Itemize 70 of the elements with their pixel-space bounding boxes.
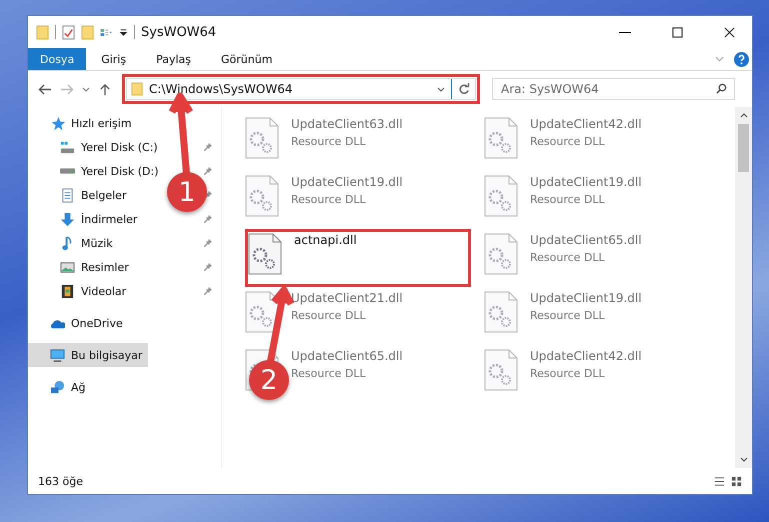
file-label[interactable]: UpdateClient19.dll Resource DLL xyxy=(530,289,642,322)
file-label[interactable]: actnapi.dll xyxy=(294,231,357,247)
network-icon xyxy=(50,380,65,394)
pin-icon[interactable] xyxy=(203,238,213,248)
expand-ribbon-icon[interactable] xyxy=(715,56,724,62)
sidebar-item[interactable]: Resimler xyxy=(28,255,135,279)
picture-icon xyxy=(60,260,75,274)
sidebar-item[interactable]: OneDrive xyxy=(28,311,129,335)
pin-icon[interactable] xyxy=(203,262,213,272)
scroll-thumb[interactable] xyxy=(738,124,749,172)
sidebar-item[interactable]: Yerel Disk (C:) xyxy=(28,135,164,159)
pin-icon[interactable] xyxy=(203,286,213,296)
drive-icon xyxy=(60,140,75,154)
close-icon xyxy=(724,26,734,38)
dll-file-icon xyxy=(245,175,279,217)
dll-file-icon xyxy=(484,175,518,217)
search-icon[interactable] xyxy=(716,83,727,94)
maximize-icon xyxy=(672,26,682,38)
file-label[interactable]: UpdateClient63.dll Resource DLL xyxy=(291,115,403,148)
folder-icon xyxy=(131,82,143,96)
file-label[interactable]: UpdateClient65.dll Resource DLL xyxy=(530,231,642,264)
file-label[interactable]: UpdateClient19.dll Resource DLL xyxy=(530,173,642,206)
back-arrow-icon[interactable] xyxy=(38,82,52,96)
file-label[interactable]: UpdateClient19.dll Resource DLL xyxy=(291,173,403,206)
file-label[interactable]: UpdateClient21.dll Resource DLL xyxy=(291,289,403,322)
search-field[interactable]: Ara: SysWOW64 xyxy=(492,78,735,100)
address-dropdown-icon[interactable] xyxy=(437,86,445,92)
star-icon xyxy=(50,116,65,130)
dll-file-icon xyxy=(484,117,518,159)
ribbon-tab[interactable]: Giriş xyxy=(86,48,142,70)
sidebar-item[interactable]: İndirmeler xyxy=(28,207,144,231)
scroll-up-icon[interactable] xyxy=(740,113,748,118)
ribbon-tab[interactable]: Paylaş xyxy=(141,48,206,70)
computer-icon xyxy=(50,348,65,362)
file-label[interactable]: UpdateClient42.dll Resource DLL xyxy=(530,115,642,148)
scroll-down-icon[interactable] xyxy=(740,457,748,462)
file-label[interactable]: UpdateClient65.dll Resource DLL xyxy=(291,347,403,380)
customize-dropdown-icon[interactable] xyxy=(119,28,128,36)
ribbon-tab[interactable]: Dosya xyxy=(28,48,86,70)
sidebar-item[interactable]: Yerel Disk (D:) xyxy=(28,159,165,183)
sidebar-item[interactable]: Belgeler xyxy=(28,183,132,207)
help-icon[interactable] xyxy=(734,52,749,66)
up-arrow-icon[interactable] xyxy=(98,82,112,96)
dll-file-icon xyxy=(484,349,518,391)
item-count: 163 öğe xyxy=(38,474,83,488)
recent-dropdown-icon[interactable] xyxy=(82,86,90,92)
dll-file-icon xyxy=(484,233,518,275)
sidebar-item[interactable]: Ağ xyxy=(28,375,92,399)
dll-file-icon xyxy=(248,233,282,275)
download-arrow-icon xyxy=(60,212,75,226)
pin-icon[interactable] xyxy=(203,166,213,176)
sidebar-item[interactable]: Videolar xyxy=(28,279,132,303)
sidebar-item[interactable]: Müzik xyxy=(28,231,119,255)
file-label[interactable]: UpdateClient42.dll Resource DLL xyxy=(530,347,642,380)
vertical-scrollbar[interactable] xyxy=(735,107,752,468)
properties-icon[interactable] xyxy=(62,24,75,40)
refresh-icon[interactable] xyxy=(458,83,470,95)
pin-icon[interactable] xyxy=(203,142,213,152)
document-icon xyxy=(60,188,75,202)
ribbon-tab[interactable]: Görünüm xyxy=(206,48,288,70)
sidebar-item[interactable]: Bu bilgisayar xyxy=(28,343,148,367)
details-view-icon[interactable] xyxy=(714,476,725,486)
large-icons-view-icon[interactable] xyxy=(731,476,742,486)
dll-file-icon xyxy=(484,291,518,333)
film-icon xyxy=(60,284,75,298)
drive-icon xyxy=(60,168,75,174)
pin-icon[interactable] xyxy=(203,214,213,224)
dll-file-icon xyxy=(245,117,279,159)
window-title: SysWOW64 xyxy=(141,24,216,40)
sidebar-item[interactable]: Hızlı erişim xyxy=(28,111,138,135)
